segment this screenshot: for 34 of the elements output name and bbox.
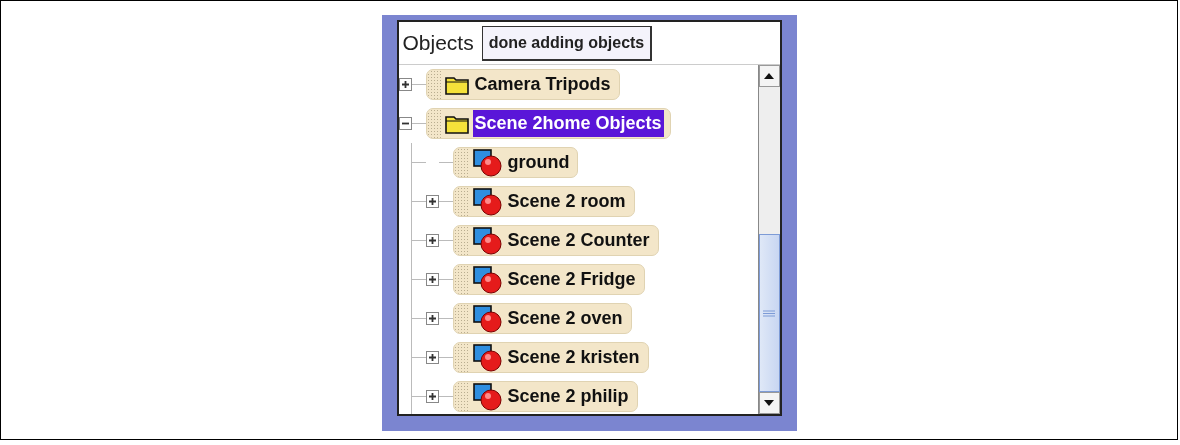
tree-node[interactable]: Scene 2 kristen bbox=[452, 342, 649, 373]
expand-icon[interactable] bbox=[425, 351, 439, 364]
tree-node[interactable]: Scene 2 Counter bbox=[452, 225, 659, 256]
up-arrow-icon bbox=[764, 73, 774, 79]
collapse-icon[interactable] bbox=[398, 117, 412, 130]
expand-icon[interactable] bbox=[425, 273, 439, 286]
shapes-icon bbox=[471, 304, 502, 333]
tree-node[interactable]: Scene 2 room bbox=[452, 186, 635, 217]
tree-node[interactable]: Scene 2 Fridge bbox=[452, 264, 645, 295]
folder-icon bbox=[444, 113, 469, 134]
expand-icon[interactable] bbox=[425, 195, 439, 208]
shapes-icon bbox=[471, 226, 502, 255]
tree-node[interactable]: Scene 2 philip bbox=[452, 381, 638, 412]
shapes-icon bbox=[471, 382, 502, 411]
scrollbar[interactable] bbox=[757, 65, 780, 414]
shapes-icon bbox=[471, 148, 502, 177]
shapes-icon bbox=[471, 265, 502, 294]
shapes-icon bbox=[471, 343, 502, 372]
expand-icon[interactable] bbox=[398, 78, 412, 91]
expand-icon[interactable] bbox=[425, 234, 439, 247]
tree-node[interactable]: ground bbox=[452, 147, 579, 178]
done-button[interactable]: done adding objects bbox=[481, 25, 653, 61]
panel-title: Objects bbox=[402, 30, 474, 57]
scroll-down-button[interactable] bbox=[758, 392, 780, 414]
tree-node[interactable]: Scene 2home Objects bbox=[425, 108, 671, 139]
down-arrow-icon bbox=[764, 400, 774, 406]
tree-node[interactable]: Camera Tripods bbox=[425, 69, 620, 100]
scroll-thumb[interactable] bbox=[758, 234, 780, 392]
expand-icon[interactable] bbox=[425, 390, 439, 403]
scroll-up-button[interactable] bbox=[758, 65, 780, 87]
shapes-icon bbox=[471, 187, 502, 216]
expand-icon[interactable] bbox=[425, 312, 439, 325]
tree-node[interactable]: Scene 2 oven bbox=[452, 303, 632, 334]
folder-icon bbox=[444, 74, 469, 95]
